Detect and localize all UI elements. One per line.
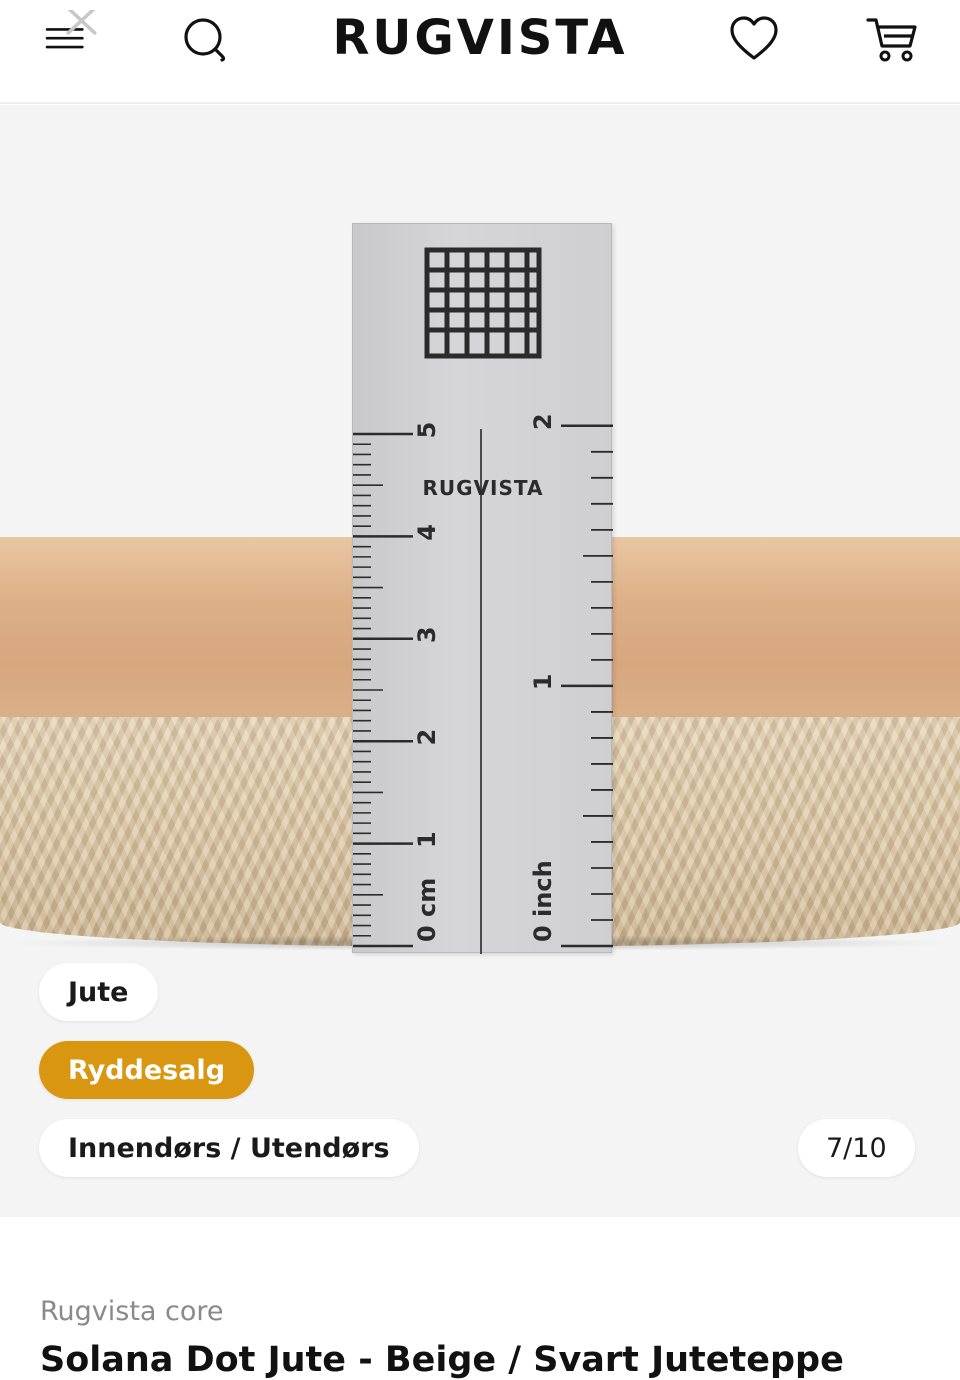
cm-label: 4 <box>413 524 441 541</box>
top-header: RUGVISTA <box>0 0 960 104</box>
ruler-brand-text: RUGVISTA <box>422 476 544 500</box>
tag-indoor-outdoor-label: Innendørs / Utendørs <box>68 1132 390 1164</box>
cm-label: 3 <box>413 626 441 643</box>
rugvista-knot-logo <box>424 247 542 359</box>
ruler-graphic: 0 cm 1 2 3 4 5 0 inch 1 2 <box>353 247 613 954</box>
cart-button[interactable] <box>862 10 922 70</box>
product-title: Solana Dot Jute - Beige / Svart Jutetepp… <box>40 1340 844 1380</box>
tag-sale[interactable]: Ryddesalg <box>39 1041 255 1099</box>
measuring-ruler: 0 cm 1 2 3 4 5 0 inch 1 2 RUGVISTA <box>352 223 613 954</box>
heart-icon <box>730 16 778 60</box>
site-logo[interactable]: RUGVISTA <box>0 8 960 68</box>
cart-icon <box>866 18 917 62</box>
inch-label: 1 <box>529 674 557 691</box>
product-brand[interactable]: Rugvista core <box>40 1296 224 1327</box>
inch-label: 0 inch <box>529 860 557 942</box>
tag-material[interactable]: Jute <box>39 963 158 1021</box>
cm-label: 1 <box>413 831 441 848</box>
image-counter: 7/10 <box>798 1119 915 1177</box>
tag-sale-label: Ryddesalg <box>68 1054 226 1086</box>
cm-label: 5 <box>413 422 441 439</box>
image-counter-text: 7/10 <box>826 1132 887 1164</box>
cm-label: 2 <box>413 729 441 746</box>
product-image-gallery[interactable]: 0 cm 1 2 3 4 5 0 inch 1 2 RUGVISTA Jute Ryddesal… <box>0 105 960 1217</box>
wishlist-button[interactable] <box>724 10 784 70</box>
cm-label: 0 cm <box>413 878 441 942</box>
tag-indoor-outdoor[interactable]: Innendørs / Utendørs <box>39 1119 419 1177</box>
inch-label: 2 <box>529 413 557 430</box>
tag-material-label: Jute <box>68 976 129 1008</box>
